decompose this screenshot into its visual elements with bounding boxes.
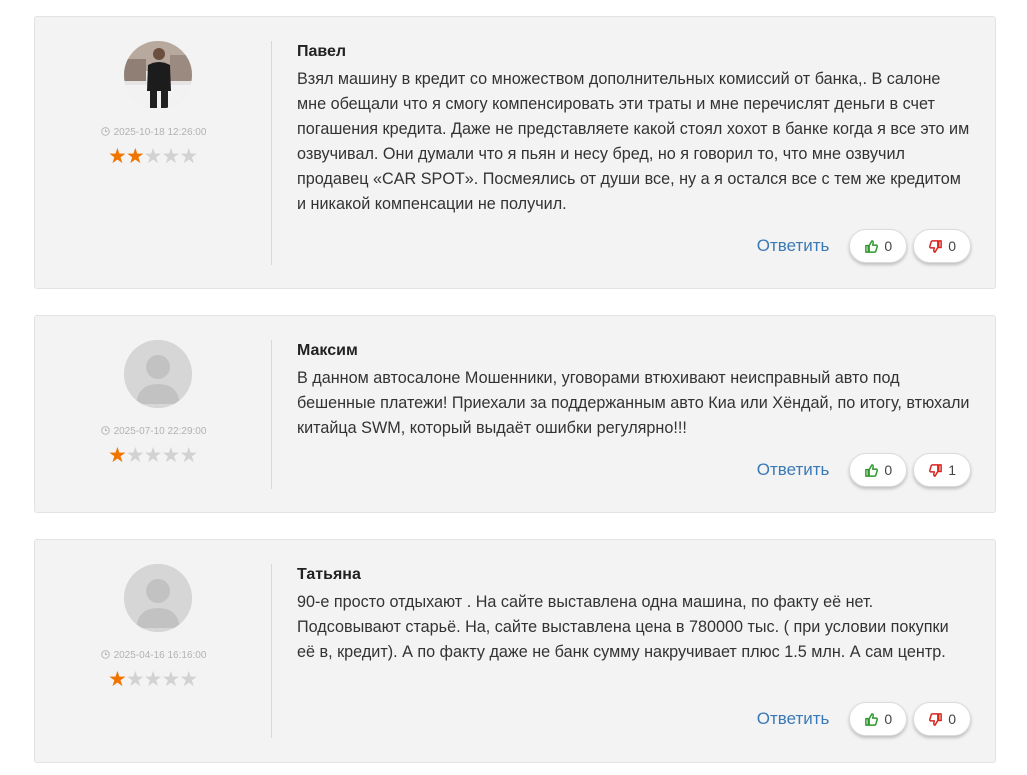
review-date-text: 2025-04-16 16:16:00 [113,650,207,661]
review-actions: Ответить 0 1 [757,453,971,487]
reviews-list: 2025-10-18 12:26:00 ★★★★★ Павел Взял маш… [0,0,1027,775]
review-date: 2025-10-18 12:26:00 [35,127,272,139]
like-button[interactable]: 0 [849,229,908,263]
review-text: В данном автосалоне Мошенники, уговорами… [297,369,970,437]
review-actions: Ответить 0 0 [757,702,971,736]
reply-link[interactable]: Ответить [757,709,830,729]
dislike-button[interactable]: 0 [913,229,971,263]
review-date: 2025-07-10 22:29:00 [35,426,272,438]
star-icon: ★ [143,444,163,467]
thumbs-up-icon [864,239,879,254]
review-meta: 2025-07-10 22:29:00 ★★★★★ [35,316,272,512]
rating-stars: ★★★★★ [108,668,198,691]
star-icon: ★ [125,145,145,168]
star-icon: ★ [143,145,163,168]
like-count: 0 [884,711,893,727]
reply-link[interactable]: Ответить [757,236,830,256]
like-button[interactable]: 0 [849,453,908,487]
thumbs-down-icon [928,463,943,478]
reply-link[interactable]: Ответить [757,460,830,480]
star-icon: ★ [108,668,127,691]
dislike-button[interactable]: 1 [913,453,971,487]
review-author: Татьяна [297,566,361,583]
like-count: 0 [884,238,893,254]
review-date-text: 2025-10-18 12:26:00 [113,127,207,138]
dislike-button[interactable]: 0 [913,702,971,736]
star-icon: ★ [179,668,198,691]
thumbs-down-icon [928,239,943,254]
avatar [124,41,192,109]
review-meta: 2025-10-18 12:26:00 ★★★★★ [35,17,272,288]
thumbs-up-icon [864,712,879,727]
rating-stars: ★★★★★ [108,444,198,467]
star-icon: ★ [108,444,127,467]
star-icon: ★ [143,668,163,691]
review-card: 2025-10-18 12:26:00 ★★★★★ Павел Взял маш… [34,16,996,289]
clock-icon [100,426,110,438]
review-actions: Ответить 0 0 [757,229,971,263]
review-text: 90-е просто отдыхают . На сайте выставле… [297,593,949,661]
rating-stars: ★★★★★ [108,145,198,168]
star-icon: ★ [125,668,145,691]
star-icon: ★ [179,145,198,168]
review-author: Максим [297,342,358,359]
star-icon: ★ [179,444,198,467]
dislike-count: 0 [948,238,956,254]
star-icon: ★ [108,145,127,168]
star-icon: ★ [125,444,145,467]
star-icon: ★ [161,668,180,691]
clock-icon [100,127,110,139]
review-body: Максим В данном автосалоне Мошенники, уг… [297,341,971,441]
review-date-text: 2025-07-10 22:29:00 [113,426,207,437]
thumbs-up-icon [864,463,879,478]
avatar [124,564,192,632]
avatar [124,340,192,408]
dislike-count: 0 [948,711,956,727]
divider [271,340,272,489]
star-icon: ★ [161,444,180,467]
divider [271,564,272,738]
review-body: Татьяна 90-е просто отдыхают . На сайте … [297,565,971,665]
review-author: Павел [297,43,347,60]
divider [271,41,272,265]
like-button[interactable]: 0 [849,702,908,736]
dislike-count: 1 [948,462,956,478]
like-count: 0 [884,462,893,478]
thumbs-down-icon [928,712,943,727]
review-card: 2025-07-10 22:29:00 ★★★★★ Максим В данно… [34,315,996,513]
review-body: Павел Взял машину в кредит со множеством… [297,42,971,217]
review-text: Взял машину в кредит со множеством допол… [297,70,970,213]
clock-icon [100,650,110,662]
star-icon: ★ [161,145,180,168]
review-card: 2025-04-16 16:16:00 ★★★★★ Татьяна 90-е п… [34,539,996,763]
review-date: 2025-04-16 16:16:00 [35,650,272,662]
review-meta: 2025-04-16 16:16:00 ★★★★★ [35,540,272,762]
